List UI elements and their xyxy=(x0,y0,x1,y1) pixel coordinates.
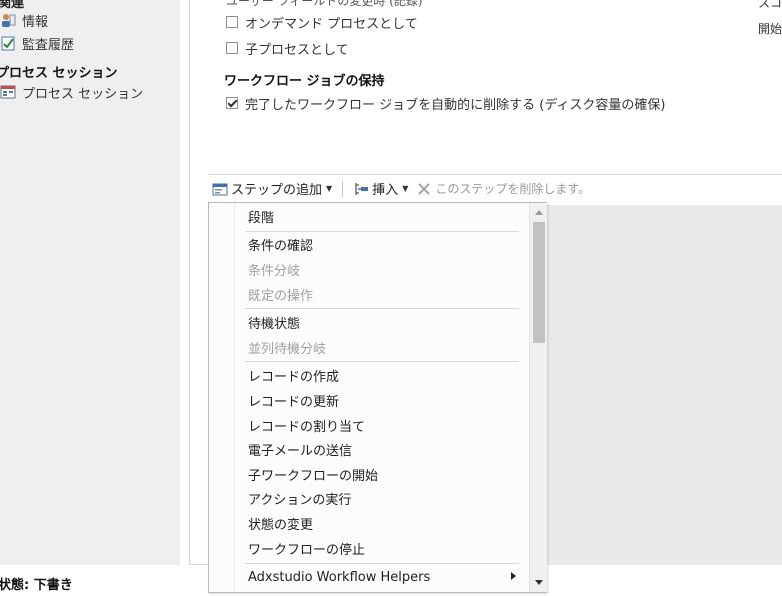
menu-item-check-condition[interactable]: 条件の確認 xyxy=(248,234,313,254)
menu-item-change-status[interactable]: 状態の変更 xyxy=(248,513,313,533)
nav-item-process-session[interactable]: プロセス セッション xyxy=(0,82,143,102)
nav-item-label: プロセス セッション xyxy=(22,86,144,102)
scroll-down-arrow-icon[interactable] xyxy=(535,580,543,585)
menu-item-create-record[interactable]: レコードの作成 xyxy=(248,365,339,385)
option-child-process[interactable]: 子プロセスとして xyxy=(226,39,349,58)
menu-item-stop-workflow[interactable]: ワークフローの停止 xyxy=(248,538,365,558)
right-panel-label-start: 開始 xyxy=(758,22,782,36)
menu-icon-gutter xyxy=(209,203,235,592)
menu-item-adxstudio-workflow-helpers[interactable]: Adxstudio Workflow Helpers xyxy=(248,567,430,587)
info-person-icon xyxy=(0,12,16,28)
option-label: 子プロセスとして xyxy=(245,42,349,58)
add-step-icon xyxy=(212,181,228,197)
right-panel-label-scope: スコ xyxy=(758,0,782,10)
menu-separator xyxy=(245,361,519,362)
insert-button[interactable]: 挿入 ▼ xyxy=(349,178,412,200)
menu-separator xyxy=(245,308,519,309)
chevron-down-icon: ▼ xyxy=(326,184,333,193)
menu-item-update-record[interactable]: レコードの更新 xyxy=(248,390,339,410)
menu-scrollbar[interactable] xyxy=(529,203,547,592)
nav-item-audit-history[interactable]: 監査履歴 xyxy=(0,33,74,53)
option-auto-delete-jobs[interactable]: 完了したワークフロー ジョブを自動的に削除する (ディスク容量の確保) xyxy=(226,94,666,113)
option-on-demand[interactable]: オンデマンド プロセスとして xyxy=(226,13,418,32)
checkbox-auto-delete[interactable] xyxy=(226,97,238,109)
menu-item-send-email[interactable]: 電子メールの送信 xyxy=(248,439,352,459)
nav-item-label: 監査履歴 xyxy=(22,37,75,53)
chevron-right-icon xyxy=(511,572,516,580)
section-title-job-retention: ワークフロー ジョブの保持 xyxy=(224,74,385,89)
menu-item-stage[interactable]: 段階 xyxy=(248,206,274,226)
delete-x-icon xyxy=(416,181,432,197)
scroll-up-arrow-icon[interactable] xyxy=(535,210,543,215)
insert-icon xyxy=(353,181,369,197)
scrollbar-thumb[interactable] xyxy=(533,222,545,343)
add-step-label: ステップの追加 xyxy=(231,183,323,198)
audit-check-icon xyxy=(0,35,16,51)
delete-step-label: このステップを削除します。 xyxy=(435,182,591,196)
toolbar-divider xyxy=(342,180,344,197)
checkbox-child-process[interactable] xyxy=(226,42,238,54)
add-step-dropdown-menu: 段階 条件の確認 条件分岐 既定の操作 待機状態 並列待機分岐 レコードの作成 … xyxy=(208,202,547,593)
workflow-designer-canvas xyxy=(546,205,782,565)
process-session-icon xyxy=(0,84,16,100)
menu-item-default-action: 既定の操作 xyxy=(248,288,314,304)
nav-item-info[interactable]: 情報 xyxy=(0,10,48,30)
trigger-option-cut: ユーザー フィールドの変更時 (記録) xyxy=(226,0,423,8)
menu-item-assign-record[interactable]: レコードの割り当て xyxy=(248,415,365,435)
menu-item-conditional-branch: 条件分岐 xyxy=(248,263,301,279)
menu-item-wait-condition[interactable]: 待機状態 xyxy=(248,312,300,332)
nav-section-heading-process-session: プロセス セッション xyxy=(0,66,118,81)
option-label: オンデマンド プロセスとして xyxy=(245,16,418,32)
step-toolbar: ステップの追加 ▼ 挿入 ▼ このステップを削除します。 xyxy=(208,174,782,202)
chevron-down-icon: ▼ xyxy=(402,184,409,193)
add-step-button[interactable]: ステップの追加 ▼ xyxy=(208,178,336,200)
menu-item-parallel-wait-branch: 並列待機分岐 xyxy=(248,341,327,357)
option-label: 完了したワークフロー ジョブを自動的に削除する (ディスク容量の確保) xyxy=(245,97,666,113)
delete-step-button[interactable]: このステップを削除します。 xyxy=(412,178,594,200)
menu-item-start-child-workflow[interactable]: 子ワークフローの開始 xyxy=(248,464,378,484)
status-label: 状態: 下書き xyxy=(0,578,73,593)
left-navigation: 関連 情報 監査履歴 プロセス セッション プロセス セッション xyxy=(0,0,180,565)
insert-label: 挿入 xyxy=(372,183,399,198)
menu-item-perform-action[interactable]: アクションの実行 xyxy=(248,488,351,508)
nav-item-label: 情報 xyxy=(22,14,49,30)
menu-separator xyxy=(245,231,519,232)
checkbox-on-demand[interactable] xyxy=(226,16,238,28)
menu-separator xyxy=(245,563,519,564)
